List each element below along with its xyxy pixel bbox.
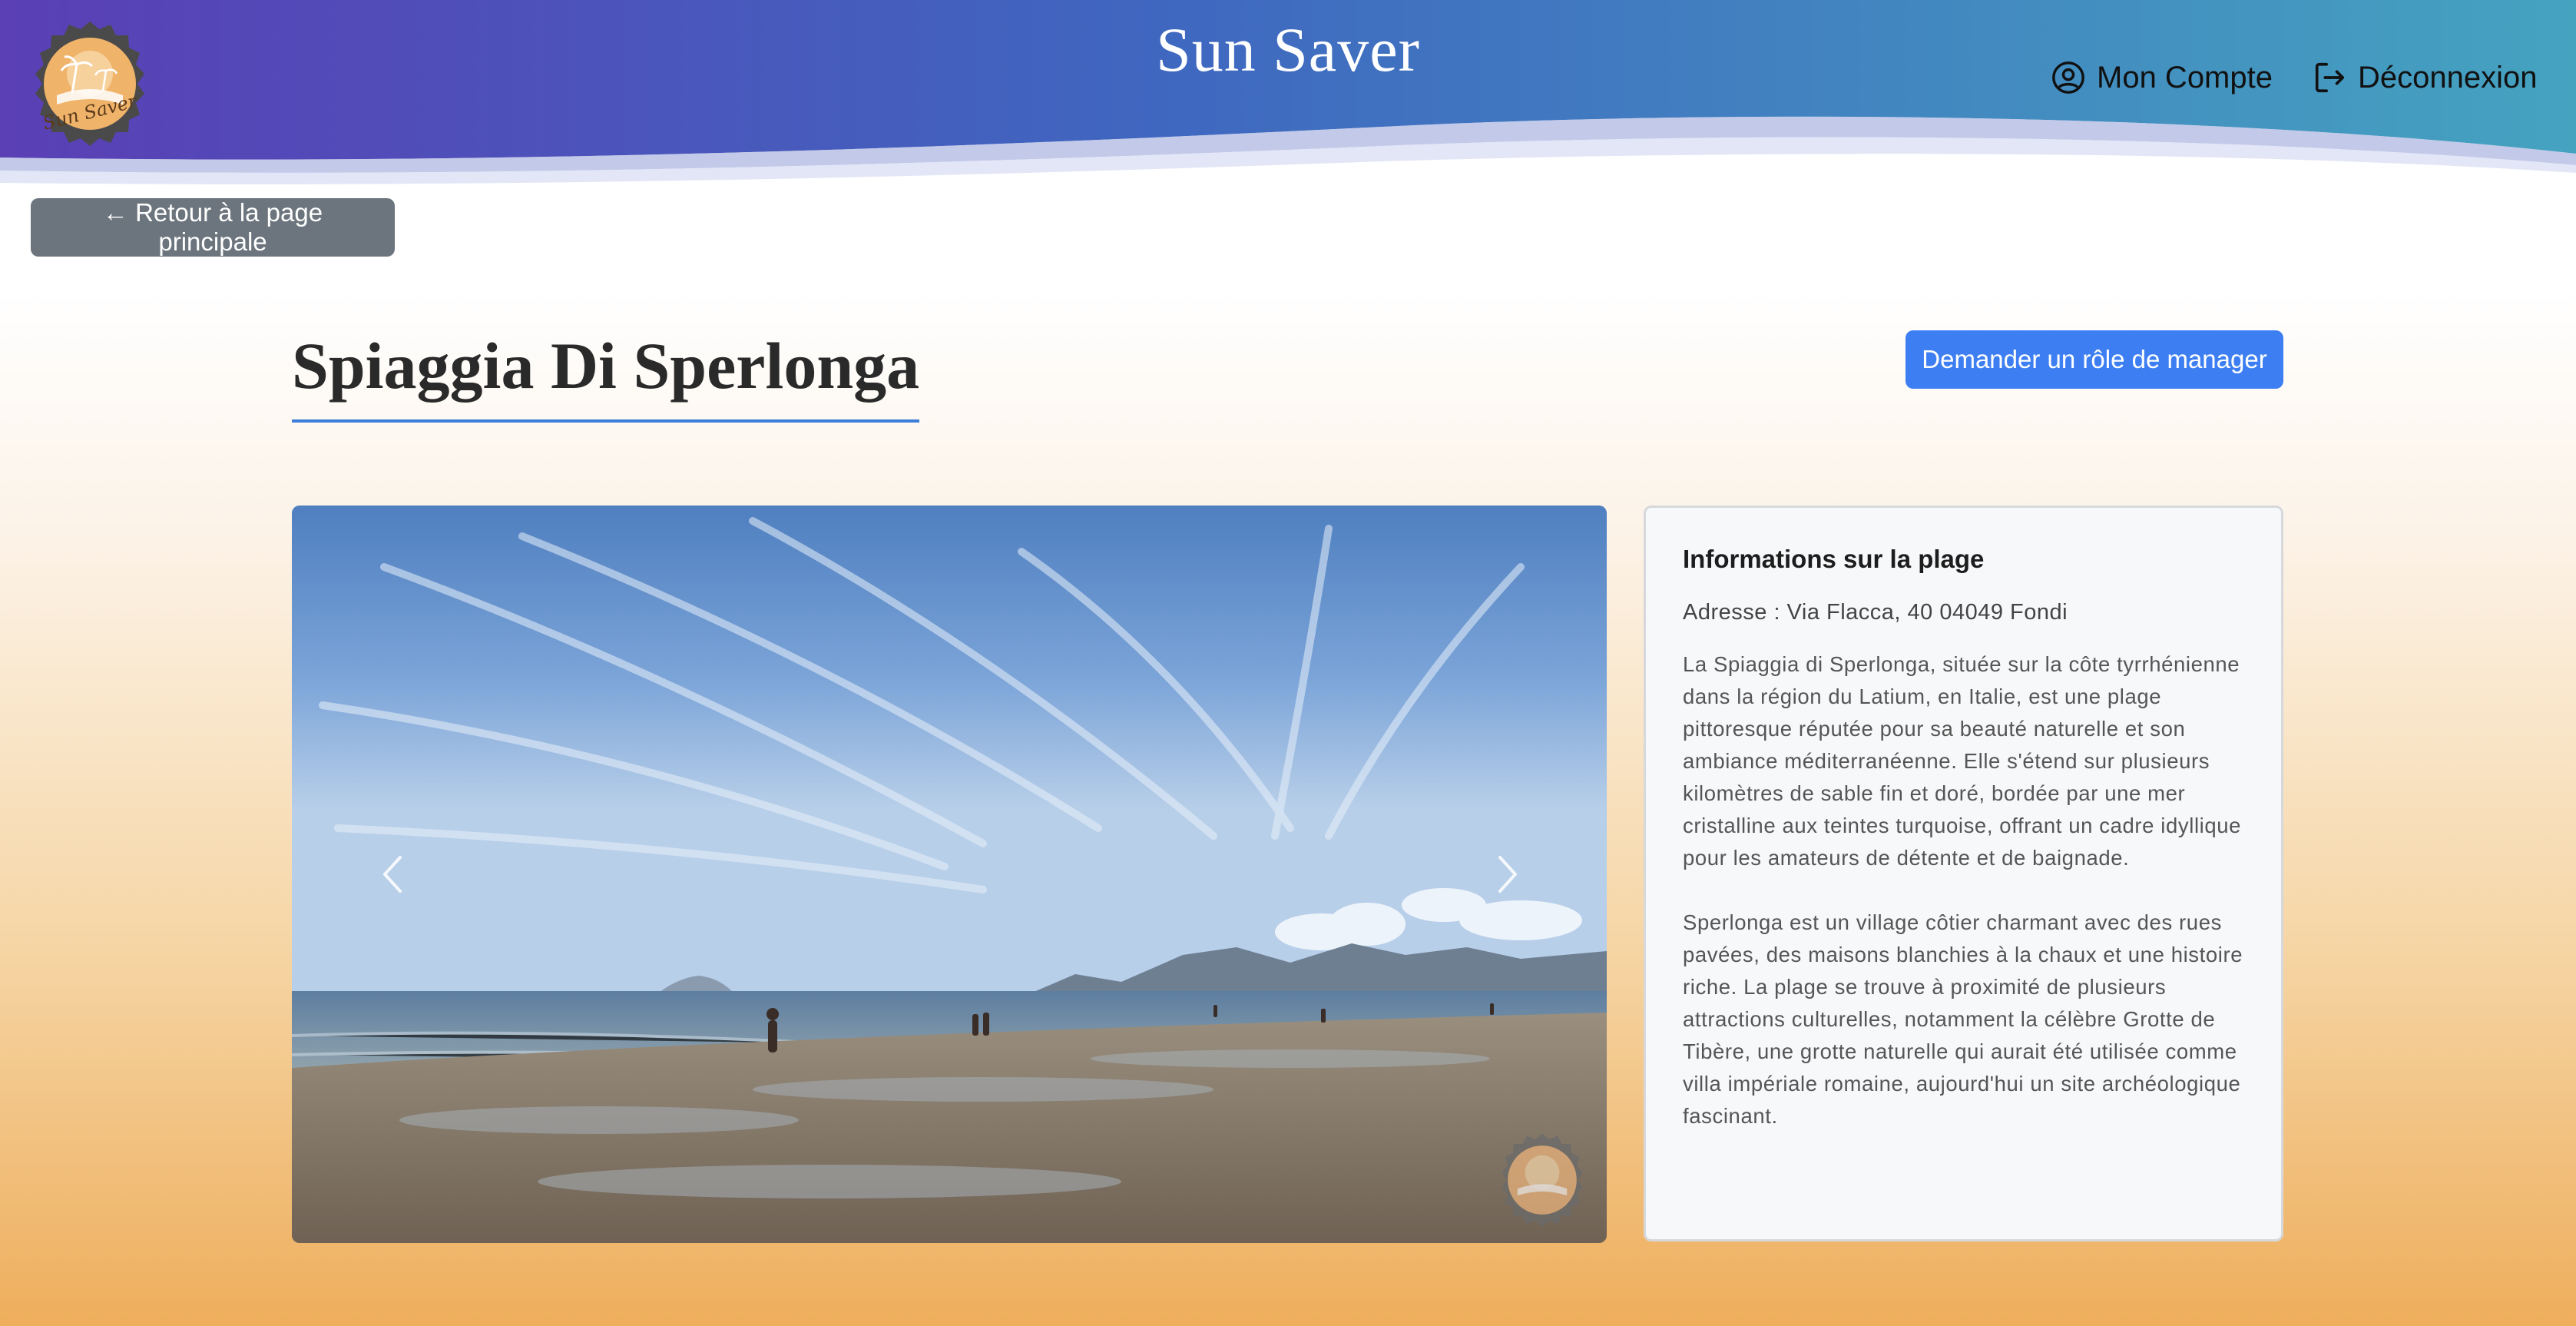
logout-icon <box>2315 62 2345 93</box>
site-header: Sun Saver Sun Saver Mon Compte Déconnexi… <box>0 0 2576 184</box>
beach-description-paragraph-1: La Spiaggia di Sperlonga, située sur la … <box>1683 652 2242 870</box>
beach-description-paragraph-2: Sperlonga est un village côtier charmant… <box>1683 910 2243 1128</box>
back-to-home-button[interactable]: ← Retour à la page principale <box>31 198 395 257</box>
chevron-right-icon <box>1498 856 1517 893</box>
info-card-title: Informations sur la plage <box>1683 545 1985 573</box>
carousel-next-button[interactable] <box>1481 844 1535 905</box>
carousel-prev-button[interactable] <box>366 844 419 905</box>
account-link[interactable]: Mon Compte <box>2051 60 2273 95</box>
user-circle-icon <box>2052 61 2084 94</box>
beach-info-card: Informations sur la plage Adresse : Via … <box>1644 506 2283 1241</box>
beach-title: Spiaggia Di Sperlonga <box>292 327 920 423</box>
beach-image-carousel[interactable] <box>292 506 1607 1243</box>
chevron-left-icon <box>383 856 402 893</box>
request-manager-role-button[interactable]: Demander un rôle de manager <box>1906 330 2283 389</box>
beach-photo <box>292 506 1607 1243</box>
watermark-logo <box>1495 1132 1590 1228</box>
sun-saver-watermark-icon <box>1501 1133 1584 1227</box>
beach-address: Adresse : Via Flacca, 40 04049 Fondi <box>1683 600 2068 625</box>
logout-label: Déconnexion <box>2358 60 2538 94</box>
account-label: Mon Compte <box>2097 60 2273 94</box>
logout-link[interactable]: Déconnexion <box>2312 60 2538 95</box>
